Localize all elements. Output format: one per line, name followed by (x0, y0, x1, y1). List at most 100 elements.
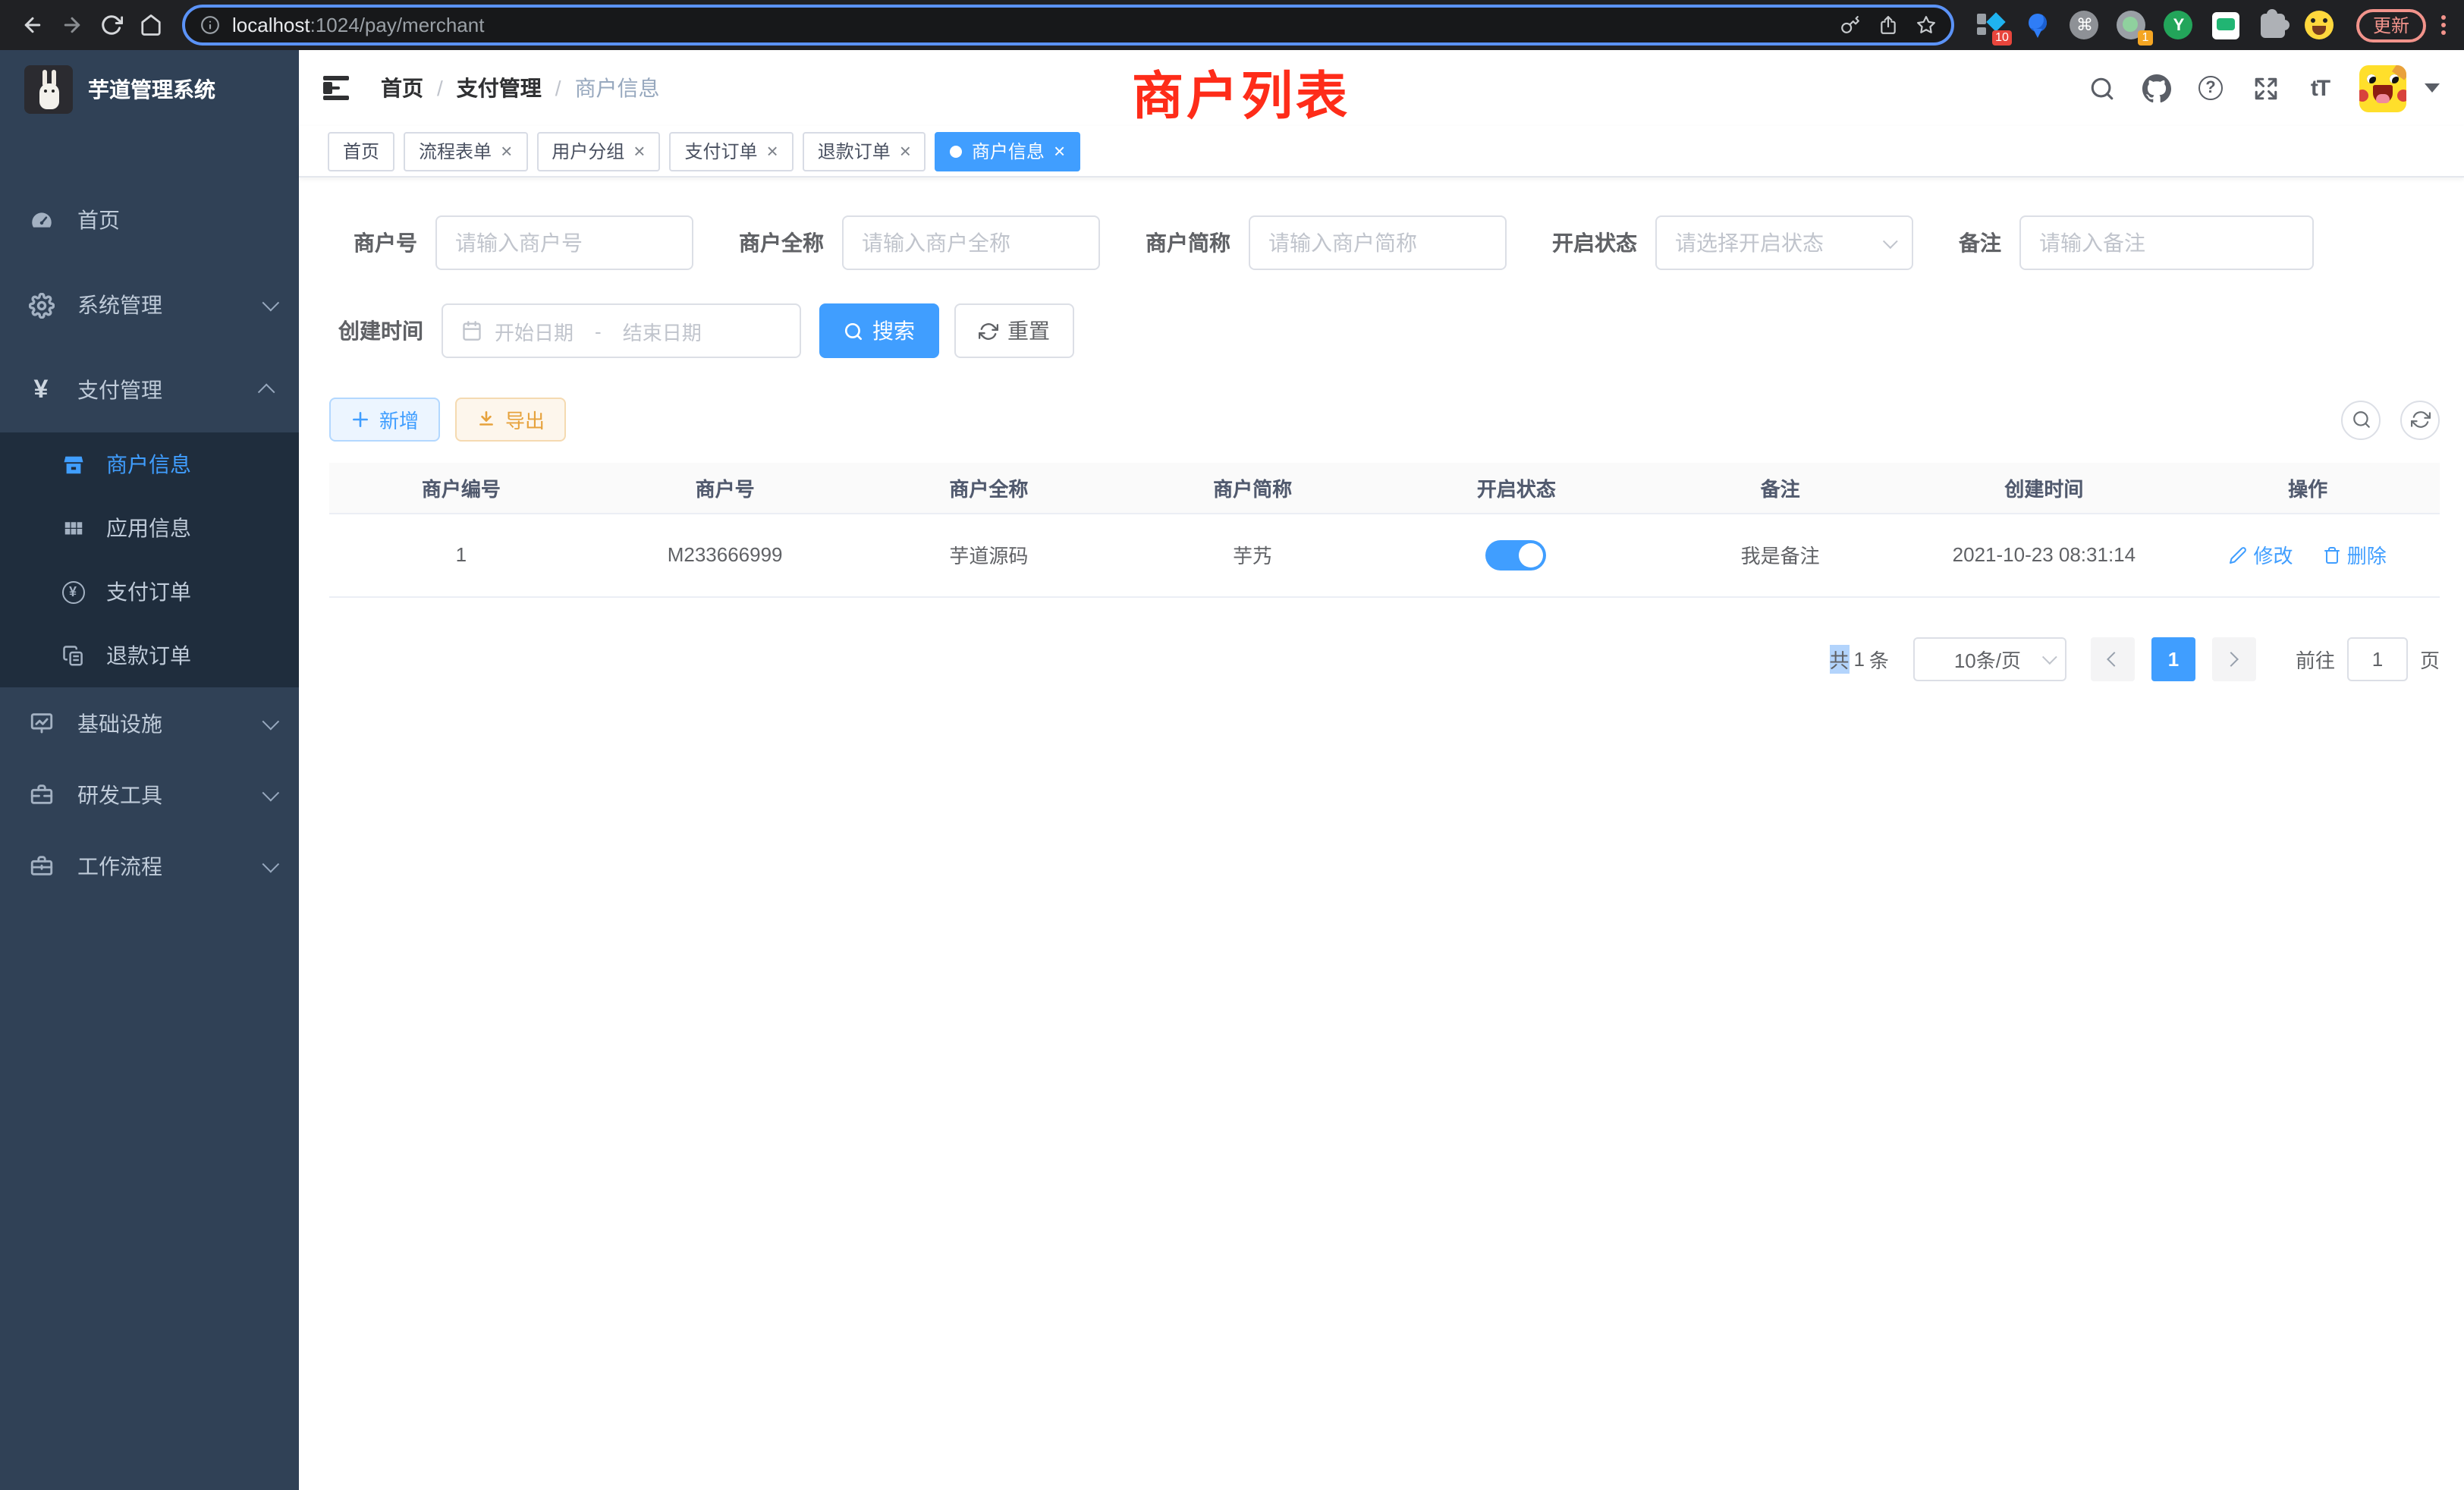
col-create-time: 创建时间 (1912, 463, 2176, 513)
sidebar-item-merchant-info[interactable]: 商户信息 (0, 432, 299, 496)
show-search-toggle-button[interactable] (2341, 400, 2381, 439)
add-button[interactable]: 新增 (329, 398, 440, 442)
sidebar-item-system[interactable]: 系统管理 (0, 262, 299, 347)
extensions-puzzle-icon[interactable] (2258, 10, 2288, 40)
refresh-icon (2410, 410, 2430, 429)
tab-pay-order[interactable]: 支付订单× (669, 131, 793, 171)
delete-link[interactable]: 删除 (2323, 540, 2387, 569)
tab-merchant-info[interactable]: 商户信息× (935, 131, 1080, 171)
date-range-picker[interactable]: 开始日期 - 结束日期 (442, 303, 801, 358)
remark-input[interactable] (2039, 231, 2294, 255)
breadcrumb-payment[interactable]: 支付管理 (457, 73, 542, 103)
fullscreen-icon[interactable] (2250, 73, 2280, 103)
sidebar-item-infrastructure[interactable]: 基础设施 (0, 687, 299, 759)
next-page-button[interactable] (2212, 637, 2256, 681)
merchant-short-name-input[interactable] (1268, 231, 1487, 255)
browser-menu-icon[interactable] (2435, 15, 2452, 35)
sidebar-item-payment[interactable]: ¥ 支付管理 (0, 347, 299, 432)
reload-icon[interactable] (91, 5, 130, 45)
page-size-select[interactable]: 10条/页 (1913, 637, 2066, 681)
extension-avatar-icon[interactable]: 1 (2117, 10, 2147, 40)
start-date-placeholder[interactable]: 开始日期 (495, 316, 574, 345)
extension-command-icon[interactable]: ⌘ (2070, 10, 2100, 40)
extension-emoji-icon[interactable] (2305, 10, 2335, 40)
col-merchant-id: 商户编号 (329, 463, 593, 513)
merchant-full-name-input[interactable] (862, 231, 1080, 255)
help-icon[interactable]: ? (2195, 73, 2226, 103)
refresh-table-button[interactable] (2400, 400, 2440, 439)
site-info-icon[interactable] (200, 15, 220, 35)
extension-notification-badge: 1 (2138, 30, 2153, 45)
extension-y-icon[interactable]: Y (2164, 10, 2194, 40)
merchant-short-name-input-wrap (1249, 215, 1507, 270)
table-row: 1 M233666999 芋道源码 芋艿 我是备注 2021-10-23 08:… (329, 513, 2440, 596)
close-icon[interactable]: × (633, 141, 645, 161)
sidebar-collapse-icon[interactable] (320, 71, 354, 105)
sidebar-item-label: 首页 (77, 205, 120, 235)
status-toggle[interactable] (1486, 539, 1547, 570)
sidebar-item-label: 支付订单 (106, 577, 191, 607)
sidebar-item-refund-order[interactable]: 退款订单 (0, 624, 299, 687)
cell-remark: 我是备注 (1648, 513, 1912, 596)
toolbox-icon (24, 781, 58, 807)
extension-pin-icon[interactable] (2022, 10, 2053, 40)
edit-link[interactable]: 修改 (2229, 540, 2293, 569)
active-dot (951, 145, 963, 157)
sidebar-item-app-info[interactable]: 应用信息 (0, 496, 299, 560)
font-size-icon[interactable]: tT (2305, 73, 2335, 103)
search-icon[interactable] (2086, 73, 2117, 103)
sidebar-logo-row[interactable]: 芋道管理系统 (0, 50, 299, 129)
reset-button[interactable]: 重置 (954, 303, 1074, 358)
breadcrumb-home[interactable]: 首页 (381, 73, 423, 103)
sidebar-item-pay-order[interactable]: ¥ 支付订单 (0, 560, 299, 624)
forward-icon[interactable] (52, 5, 91, 45)
merchant-full-name-input-wrap (842, 215, 1100, 270)
sidebar-item-home[interactable]: 首页 (0, 178, 299, 262)
address-bar[interactable]: localhost:1024/pay/merchant (182, 5, 1954, 46)
close-icon[interactable]: × (900, 141, 911, 161)
merchant-no-input[interactable] (455, 231, 674, 255)
browser-toolbar: localhost:1024/pay/merchant 10 ⌘ 1 Y (0, 0, 2464, 50)
close-icon[interactable]: × (1054, 141, 1065, 161)
cell-create-time: 2021-10-23 08:31:14 (1912, 513, 2176, 596)
cell-merchant-no: M233666999 (593, 513, 857, 596)
close-icon[interactable]: × (767, 141, 778, 161)
sidebar-item-workflow[interactable]: 工作流程 (0, 830, 299, 901)
sidebar-item-label: 商户信息 (106, 449, 191, 479)
create-time-label: 创建时间 (329, 316, 423, 346)
extension-gem-icon[interactable]: 10 (1975, 10, 2006, 40)
tab-home[interactable]: 首页 (328, 131, 394, 171)
breadcrumb-separator: / (437, 76, 443, 100)
bookmark-star-icon[interactable] (1916, 15, 1936, 35)
close-icon[interactable]: × (501, 141, 512, 161)
url-text: localhost:1024/pay/merchant (232, 14, 1840, 36)
end-date-placeholder[interactable]: 结束日期 (623, 316, 702, 345)
prev-page-button[interactable] (2091, 637, 2135, 681)
sidebar-item-dev-tools[interactable]: 研发工具 (0, 759, 299, 830)
cell-merchant-id: 1 (329, 513, 593, 596)
plus-icon (350, 410, 370, 429)
navbar-actions: ? tT (2086, 64, 2440, 112)
trash-icon (2323, 545, 2341, 564)
search-button[interactable]: 搜索 (819, 303, 939, 358)
extension-chat-icon[interactable] (2211, 10, 2241, 40)
goto-page-input[interactable] (2347, 637, 2408, 681)
github-icon[interactable] (2141, 73, 2171, 103)
avatar-caret-icon[interactable] (2425, 83, 2440, 93)
tab-user-group[interactable]: 用户分组× (536, 131, 660, 171)
user-avatar[interactable] (2359, 64, 2406, 112)
chevron-down-icon (262, 855, 280, 872)
sidebar-item-label: 系统管理 (77, 290, 162, 320)
share-icon[interactable] (1878, 15, 1898, 35)
browser-update-button[interactable]: 更新 (2356, 8, 2426, 42)
home-icon[interactable] (130, 5, 170, 45)
status-select[interactable]: 请选择开启状态 (1655, 215, 1913, 270)
tab-refund-order[interactable]: 退款订单× (803, 131, 926, 171)
tab-process-form[interactable]: 流程表单× (404, 131, 527, 171)
export-button[interactable]: 导出 (455, 398, 566, 442)
pencil-icon (2229, 545, 2247, 564)
status-label: 开启状态 (1552, 228, 1637, 258)
password-key-icon[interactable] (1840, 15, 1860, 35)
back-icon[interactable] (12, 5, 52, 45)
page-number-1[interactable]: 1 (2151, 637, 2195, 681)
